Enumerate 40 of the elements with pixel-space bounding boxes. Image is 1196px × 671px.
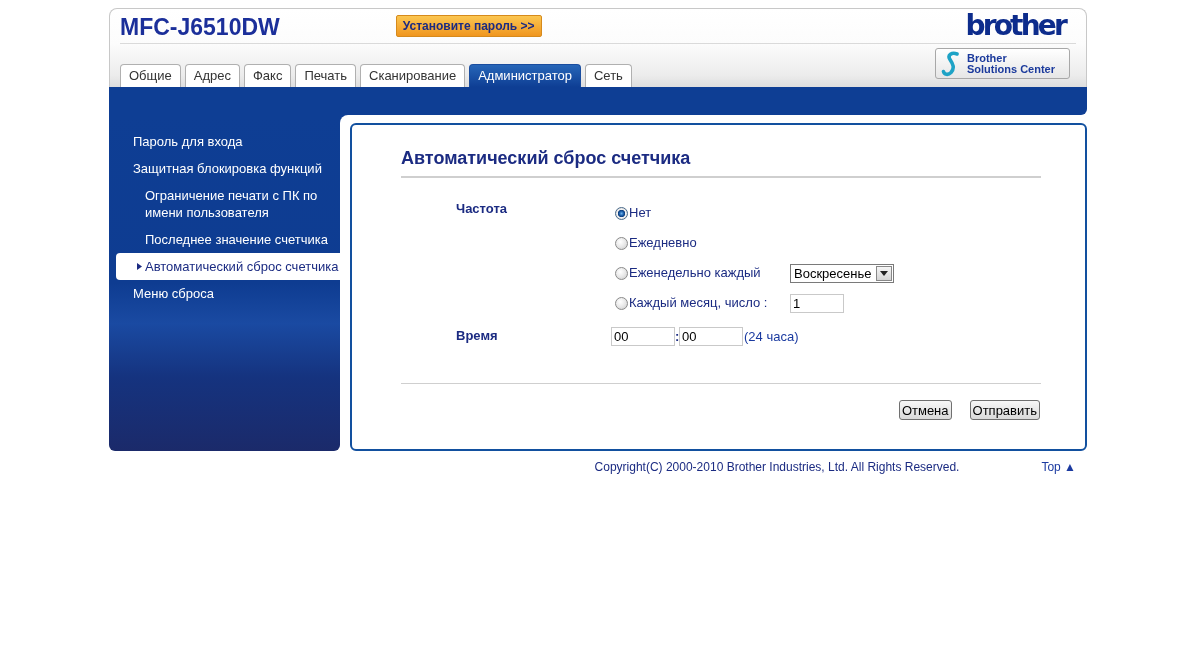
- radio-label: Нет: [629, 205, 652, 221]
- action-button[interactable]: Отмена: [898, 400, 952, 420]
- sidebar-item[interactable]: Меню сброса: [116, 280, 340, 307]
- radio-label: Каждый месяц, число :: [629, 295, 768, 311]
- time-separator: :: [675, 328, 679, 344]
- field-label: Частота: [456, 200, 508, 217]
- radio-button[interactable]: [615, 296, 628, 310]
- radio-button[interactable]: [615, 236, 628, 250]
- sidebar-item[interactable]: Ограничение печати с ПК по имени пользователя: [116, 182, 340, 226]
- number-field[interactable]: 1: [790, 293, 844, 313]
- radio-label: Ежедневно: [629, 235, 697, 251]
- tab[interactable]: Сеть: [584, 64, 632, 87]
- select-field[interactable]: Воскресенье: [790, 263, 894, 283]
- radio-button[interactable]: [615, 206, 628, 220]
- action-button[interactable]: Отправить: [969, 400, 1040, 420]
- sidebar-item[interactable]: Защитная блокировка функций: [116, 155, 340, 182]
- tab[interactable]: Администратор: [469, 64, 581, 87]
- radio-button[interactable]: [615, 266, 628, 280]
- time-field[interactable]: 00: [611, 326, 675, 346]
- radio-label: Еженедельно каждый: [629, 265, 761, 281]
- sidebar-item[interactable]: Пароль для входа: [116, 128, 340, 155]
- form-title: Автоматический сброс счетчика: [401, 147, 692, 169]
- top-link[interactable]: Top ▲: [1041, 460, 1076, 474]
- tab[interactable]: Адрес: [184, 64, 240, 87]
- page-title: MFC-J6510DW: [120, 14, 280, 40]
- tab[interactable]: Общие: [120, 64, 181, 87]
- s-curve-icon: [941, 50, 961, 77]
- set-password-button[interactable]: Установите пароль >>: [395, 15, 542, 37]
- time-format-note: (24 часа): [744, 328, 799, 344]
- solutions-center-button[interactable]: Brother Solutions Center: [935, 48, 1070, 79]
- sidebar-item[interactable]: Автоматический сброс счетчика: [116, 253, 340, 280]
- copyright-text: Copyright(C) 2000-2010 Brother Industries, Ltd. All Rights Reserved.: [594, 460, 960, 474]
- logo: brother: [965, 11, 1065, 41]
- sidebar-item[interactable]: Последнее значение счетчика: [116, 226, 340, 253]
- time-field[interactable]: 00: [679, 326, 743, 346]
- caret-icon: [137, 263, 142, 270]
- tab[interactable]: Факс: [243, 64, 292, 87]
- tab[interactable]: Печать: [295, 64, 356, 87]
- tab[interactable]: Сканирование: [360, 64, 466, 87]
- field-label: Время: [456, 328, 499, 344]
